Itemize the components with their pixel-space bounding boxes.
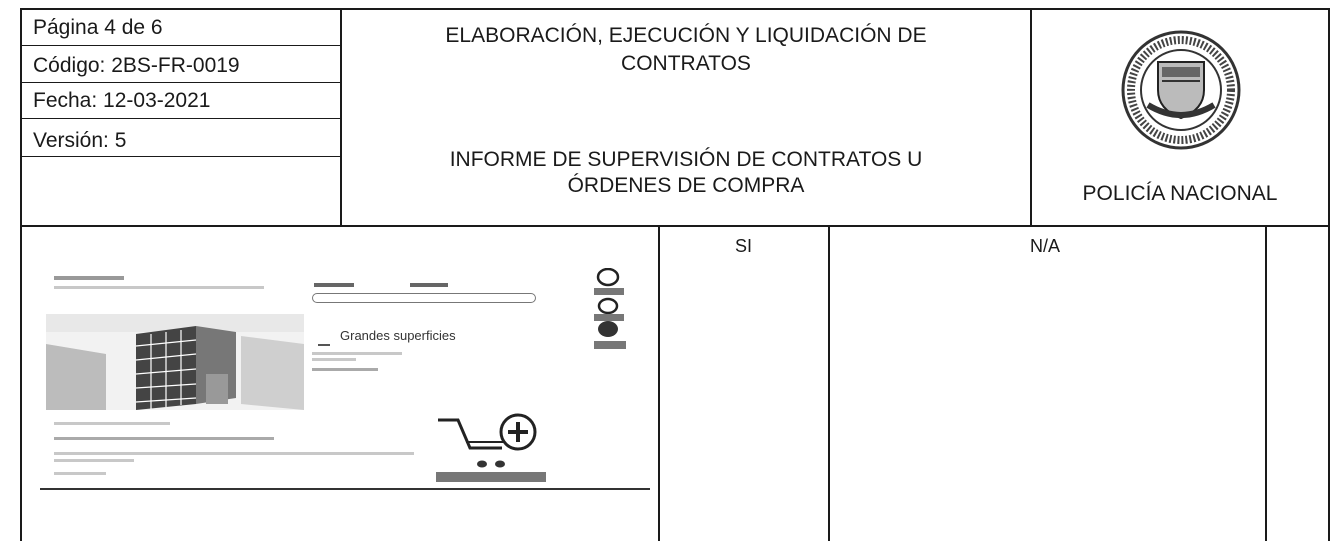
thumb-text-line: [312, 368, 378, 371]
thumb-text-line: [54, 276, 124, 280]
code-label: Código: 2BS-FR-0019: [33, 54, 240, 77]
policia-nacional-seal: [1121, 30, 1241, 150]
document-page: Página 4 de 6 Código: 2BS-FR-0019 Fecha:…: [0, 0, 1337, 541]
thumb-text-line: [312, 358, 356, 361]
column-header-na: N/A: [1030, 236, 1061, 256]
thumb-category-icon: [318, 334, 330, 346]
shopping-cart-plus-icon: [436, 413, 546, 482]
thumb-label: [410, 283, 448, 287]
document-subtitle-line2: ÓRDENES DE COMPRA: [567, 174, 805, 197]
thumb-label: [314, 283, 354, 287]
outer-border-left: [20, 8, 22, 541]
thumb-text-line: [54, 452, 414, 455]
outer-border-right: [1328, 8, 1330, 541]
embedded-screenshot: Grandes superficies: [40, 256, 650, 496]
document-title-line2: CONTRATOS: [621, 52, 751, 75]
thumb-side-icons: [594, 268, 626, 349]
organization-name: POLICÍA NACIONAL: [1082, 182, 1278, 205]
thumb-bottom-rule: [40, 488, 650, 490]
divider: [20, 82, 340, 83]
divider: [20, 45, 340, 46]
thumb-search-box: [312, 293, 536, 303]
thumb-text-line: [54, 472, 106, 475]
store-aisle-image: [46, 314, 304, 410]
document-title-line1: ELABORACIÓN, EJECUCIÓN Y LIQUIDACIÓN DE: [445, 24, 927, 47]
date-label: Fecha: 12-03-2021: [33, 89, 211, 112]
version-label: Versión: 5: [33, 129, 127, 152]
thumb-text-line: [54, 422, 170, 425]
thumb-category-heading: Grandes superficies: [340, 328, 456, 343]
outer-border-top: [20, 8, 1330, 10]
document-subtitle-line1: INFORME DE SUPERVISIÓN DE CONTRATOS U: [449, 148, 923, 171]
thumb-text-line: [312, 352, 402, 355]
divider: [1265, 226, 1267, 541]
thumb-text-line: [54, 286, 264, 289]
divider: [828, 226, 830, 541]
divider: [658, 226, 660, 541]
page-number-label: Página 4 de 6: [33, 16, 163, 39]
thumb-text-line: [54, 459, 134, 462]
thumb-text-line: [54, 437, 274, 440]
header-bottom-line: [20, 225, 1330, 227]
divider: [20, 118, 340, 119]
divider: [20, 156, 340, 157]
column-header-si: SI: [735, 236, 753, 256]
